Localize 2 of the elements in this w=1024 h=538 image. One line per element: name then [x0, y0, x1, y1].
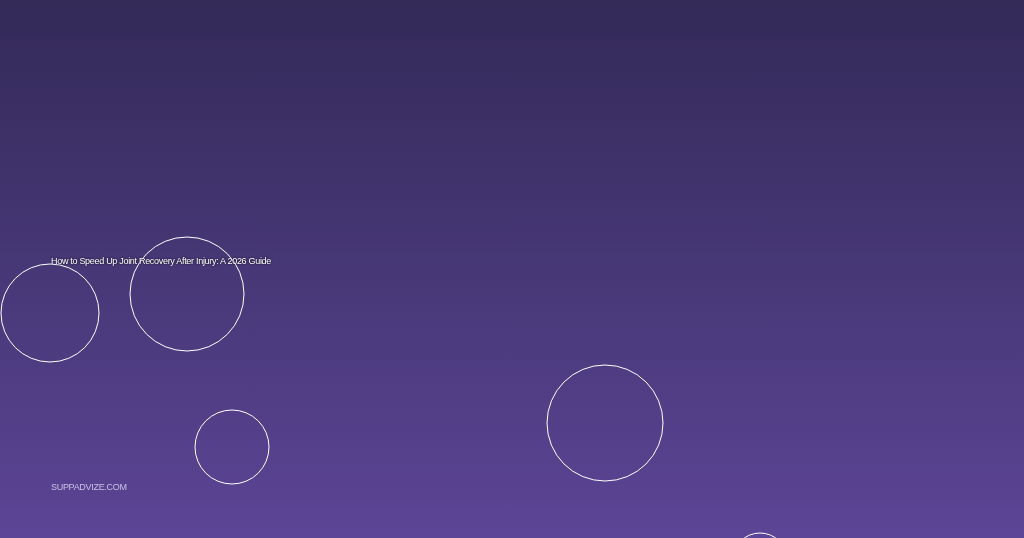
article-title: How to Speed Up Joint Recovery After Injury: A 2026 Guide	[51, 256, 272, 266]
site-name: SUPPADVIZE.COM	[51, 482, 127, 492]
